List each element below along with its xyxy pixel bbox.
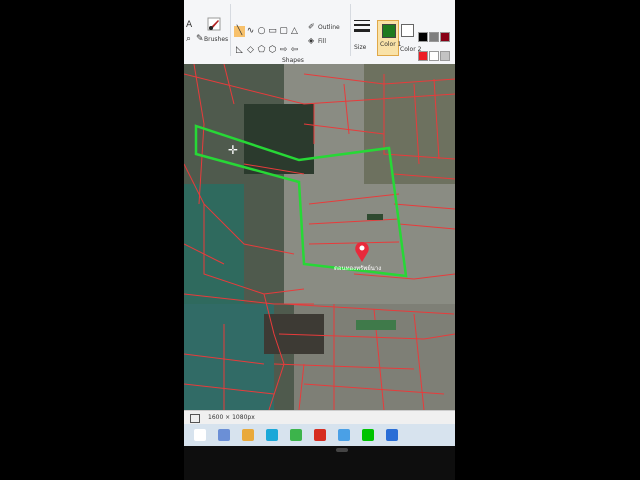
palette-swatch[interactable] xyxy=(440,51,450,61)
shape-option-icon[interactable]: △ xyxy=(289,26,300,37)
fill-icon[interactable]: ◈ xyxy=(308,36,314,46)
canvas-size-icon xyxy=(190,414,200,423)
color2-swatch xyxy=(401,24,414,37)
shape-option-icon[interactable]: ⇨ xyxy=(278,45,289,56)
paint-window: A ⌕ ✎ Brushes ╲∿○▭▢△◺◇⬠⬡⇨⇦⇧⇩✦★✡◯▭☁ Shape… xyxy=(184,0,455,480)
color-picker-icon[interactable]: ⌕ xyxy=(186,34,191,44)
drawing-canvas[interactable]: ✛ ดอนทองทรัพย์นาง xyxy=(184,64,455,410)
shape-option-icon[interactable]: ▭ xyxy=(267,26,278,37)
fill-dropdown[interactable]: Fill xyxy=(318,38,326,45)
paint-app-icon[interactable] xyxy=(338,429,350,441)
shape-option-icon[interactable]: ⬡ xyxy=(267,45,278,56)
size-label[interactable]: Size xyxy=(354,44,366,51)
color1-swatch xyxy=(382,24,396,38)
outline-icon[interactable]: ✐ xyxy=(308,22,315,32)
shape-option-icon[interactable]: ∿ xyxy=(245,26,256,37)
map-place-label: ดอนทองทรัพย์นาง xyxy=(334,265,382,272)
crosshair-cursor-icon: ✛ xyxy=(228,143,239,157)
shape-option-icon[interactable]: ◇ xyxy=(245,45,256,56)
shape-option-icon[interactable]: ⬠ xyxy=(256,45,267,56)
palette-swatch[interactable] xyxy=(440,32,450,42)
color-palette[interactable] xyxy=(418,28,455,80)
shape-option-icon[interactable]: ○ xyxy=(256,26,267,37)
palette-swatch[interactable] xyxy=(418,32,428,42)
folder-app-icon[interactable] xyxy=(218,429,230,441)
chrome-app-icon[interactable] xyxy=(290,429,302,441)
shapes-gallery[interactable]: ╲∿○▭▢△◺◇⬠⬡⇨⇦⇧⇩✦★✡◯▭☁ xyxy=(234,18,306,93)
palette-swatch[interactable] xyxy=(429,51,439,61)
outline-dropdown[interactable]: Outline xyxy=(318,24,340,31)
canvas-dimensions: 1600 × 1080px xyxy=(208,414,255,421)
brushes-label[interactable]: Brushes xyxy=(204,36,228,43)
shapes-group-label: Shapes xyxy=(282,57,304,64)
palette-swatch[interactable] xyxy=(418,51,428,61)
size-icon[interactable] xyxy=(354,20,370,38)
ribbon-toolbar: A ⌕ ✎ Brushes ╲∿○▭▢△◺◇⬠⬡⇨⇦⇧⇩✦★✡◯▭☁ Shape… xyxy=(184,0,455,93)
word-app-icon[interactable] xyxy=(386,429,398,441)
magnifier-icon[interactable]: ✎ xyxy=(196,34,204,44)
shape-option-icon[interactable]: ◺ xyxy=(234,45,245,56)
satellite-map xyxy=(184,64,455,410)
monitor-bezel xyxy=(184,446,455,480)
line-app-icon[interactable] xyxy=(362,429,374,441)
shape-option-icon[interactable]: ╲ xyxy=(234,26,245,37)
text-tool-icon[interactable]: A xyxy=(186,20,192,30)
monitor-logo xyxy=(336,448,348,452)
explorer-app-icon[interactable] xyxy=(242,429,254,441)
brushes-icon[interactable] xyxy=(206,16,222,34)
media-app-icon[interactable] xyxy=(314,429,326,441)
shape-option-icon[interactable]: ⇦ xyxy=(289,45,300,56)
taskbar xyxy=(184,424,455,446)
ie-app-icon[interactable] xyxy=(266,429,278,441)
palette-swatch[interactable] xyxy=(429,32,439,42)
start-button-icon[interactable] xyxy=(194,429,206,441)
shape-option-icon[interactable]: ▢ xyxy=(278,26,289,37)
color2-button[interactable]: Color 2 xyxy=(399,22,421,53)
color1-button[interactable]: Color 1 xyxy=(377,20,401,56)
status-bar: 1600 × 1080px xyxy=(184,410,455,425)
